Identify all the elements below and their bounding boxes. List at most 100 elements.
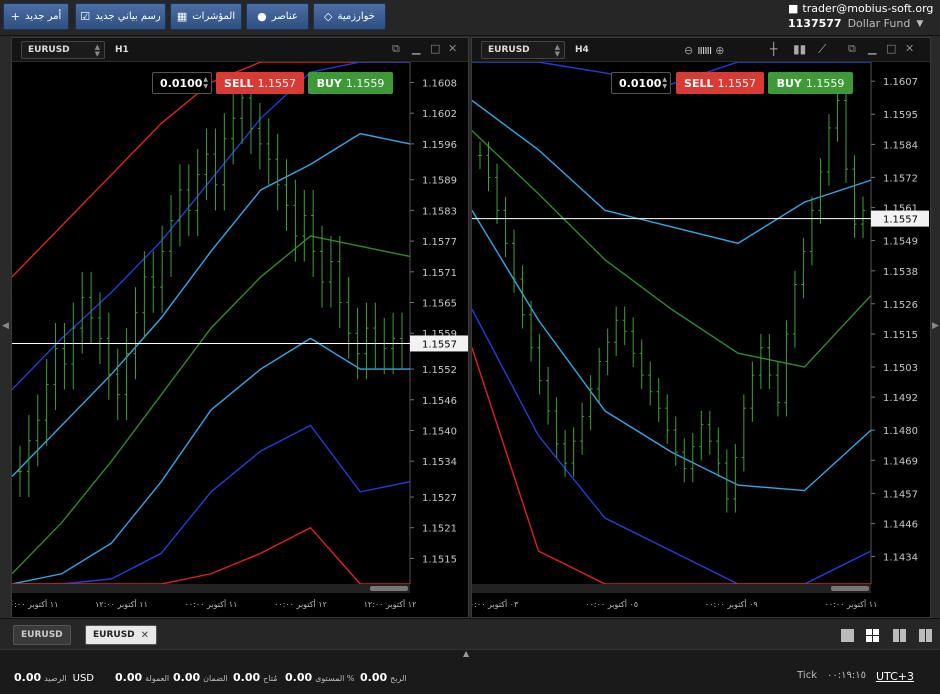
price-tick-label: 1.1434 <box>883 553 918 564</box>
price-tick-label: 1.1480 <box>883 426 918 437</box>
chart-icon: ☑ <box>80 10 91 23</box>
buy-button[interactable]: BUY 1.1559 <box>768 72 853 94</box>
price-tick-label: 1.1492 <box>883 393 918 404</box>
time-tick-label: ١١ أكتوبر ٠٠:٠٠ <box>825 599 878 609</box>
price-tick-label: 1.1457 <box>883 489 918 500</box>
symbol-select[interactable]: EURUSD ▲ ▼ <box>21 41 105 59</box>
objects-button[interactable]: ● عناصر <box>246 3 309 30</box>
chart-tab[interactable]: EURUSD <box>13 625 71 645</box>
close-icon[interactable]: ✕ <box>905 43 914 55</box>
price-tick-label: 1.1515 <box>883 330 918 341</box>
lot-size-input[interactable]: 0.0100 ▲ ▼ <box>611 72 671 94</box>
layout-grid-icon[interactable] <box>866 629 879 642</box>
spinner-icon[interactable]: ▲ ▼ <box>203 76 208 90</box>
layout-single-icon[interactable] <box>841 629 854 642</box>
price-tick-label: 1.1608 <box>422 78 457 89</box>
zoom-level-indicator[interactable]: ıııııı <box>697 43 712 57</box>
layout-horizontal-icon[interactable] <box>919 629 932 642</box>
maximize-icon[interactable]: □ <box>886 43 896 55</box>
price-tick-label: 1.1521 <box>422 524 457 535</box>
price-chart[interactable]: 1.1608 1.1602 1.1596 1.1589 1.1583 1.1577 1.15… <box>12 62 468 618</box>
detach-icon[interactable]: ⧉ <box>392 43 400 55</box>
candlestick-icon[interactable]: ▮▮ <box>793 42 806 56</box>
chart-panel-h4: EURUSD ▲ ▼ H4 ⊖ ıııııı ⊕ ┼ ▮▮ ⟋ ⧉ ▁ □ ✕ 1… <box>471 37 931 618</box>
time-tick-label: ١٢ أكتوبر ١٢:٠٠ <box>364 599 417 609</box>
chart-panel-h1: EURUSD ▲ ▼ H1 ⧉ ▁ □ ✕ 1.1608 1.1602 1.1596 1… <box>11 37 469 618</box>
chart-tab-active[interactable]: EURUSD ✕ <box>85 625 158 645</box>
lot-size-input[interactable]: 0.0100 ▲ ▼ <box>152 72 212 94</box>
price-tick-label: 1.1526 <box>883 300 918 311</box>
price-tick-label: 1.1596 <box>422 140 457 151</box>
scrollbar-thumb <box>831 586 869 591</box>
buy-button[interactable]: BUY 1.1559 <box>308 72 393 94</box>
spinner-icon[interactable]: ▲ ▼ <box>662 76 667 90</box>
status-margin: 0.00 الضمان <box>173 671 228 684</box>
minimize-icon[interactable]: ▁ <box>868 43 876 55</box>
price-chart[interactable]: 1.16071.15951.15841.15721.15611.15491.15… <box>472 62 930 618</box>
timeframe-label[interactable]: H1 <box>115 45 129 55</box>
price-tick-label: 1.1602 <box>422 109 457 120</box>
spinner-icon: ▲ ▼ <box>554 43 560 58</box>
price-tick-label: 1.1572 <box>883 173 918 184</box>
close-icon[interactable]: ✕ <box>448 43 457 55</box>
timeframe-label[interactable]: H4 <box>575 45 589 55</box>
indicators-icon: ▦ <box>176 10 188 23</box>
price-tick-label: 1.1538 <box>883 267 918 278</box>
expand-panel-icon[interactable]: ▲ <box>463 649 469 658</box>
price-tick-label: 1.1549 <box>883 237 918 248</box>
chevron-down-icon[interactable]: ▼ <box>916 19 923 29</box>
algorithm-icon: ◇ <box>324 10 333 23</box>
new-chart-button[interactable]: ☑ رسم بياني جديد <box>75 3 166 30</box>
account-info[interactable]: ■ trader@mobius-soft.org 1137577 Dollar F… <box>788 2 934 30</box>
price-tick-label: 1.1552 <box>422 365 457 376</box>
sell-button[interactable]: SELL 1.1557 <box>216 72 304 94</box>
clock-readout: ٠٠:١٩:١٥ <box>827 670 866 681</box>
server-time: Tick ٠٠:١٩:١٥ UTC+3 <box>797 670 914 683</box>
chart-header: EURUSD ▲ ▼ H4 ⊖ ıııııı ⊕ ┼ ▮▮ ⟋ ⧉ ▁ □ ✕ <box>472 38 930 62</box>
layout-vertical-icon[interactable] <box>893 629 906 642</box>
price-tick-label: 1.1469 <box>883 456 918 467</box>
collapse-left-icon[interactable]: ◀ <box>2 321 10 333</box>
time-tick-label: ١١ أكتوبر ٠٠:٠٠ <box>12 599 58 609</box>
price-tick-label: 1.1540 <box>422 426 457 437</box>
price-tick-label: 1.1577 <box>422 237 457 248</box>
chart-tab-bar: EURUSD EURUSD ✕ <box>0 618 940 650</box>
maximize-icon[interactable]: □ <box>430 43 440 55</box>
plot-area <box>472 62 871 584</box>
symbol-select[interactable]: EURUSD ▲ ▼ <box>481 41 565 59</box>
price-tick-label: 1.1515 <box>422 554 457 565</box>
time-tick-label: ١١ أكتوبر ١٢:٠٠ <box>95 599 148 609</box>
top-toolbar: + أمر جديد ☑ رسم بياني جديد ▦ المؤشرات ●… <box>0 0 940 36</box>
price-tick-label: 1.1565 <box>422 299 457 310</box>
time-tick-label: ٠٥ أكتوبر ٠٠:٠٠ <box>585 599 638 609</box>
account-balance: 1137577 <box>788 17 842 30</box>
zoom-out-icon[interactable]: ⊖ <box>684 44 693 57</box>
new-order-button[interactable]: + أمر جديد <box>3 3 69 30</box>
timezone-selector[interactable]: UTC+3 <box>876 670 914 683</box>
current-price-label: 1.1557 <box>422 339 457 350</box>
time-tick-label: ١٢ أكتوبر ٠٠:٠٠ <box>274 599 327 609</box>
status-bar: ▲ 0.00 الرصيد USD 0.00 العمولة 0.00 الضم… <box>0 649 940 694</box>
line-chart-icon[interactable]: ⟋ <box>818 42 826 57</box>
objects-icon: ● <box>257 10 267 23</box>
scrollbar-thumb <box>370 586 408 591</box>
price-tick-label: 1.1546 <box>422 396 457 407</box>
price-tick-label: 1.1503 <box>883 363 918 374</box>
bar-chart-icon[interactable]: ┼ <box>770 42 777 56</box>
time-tick-label: ٠٣ أكتوبر ٠٠:٠٠ <box>472 599 519 609</box>
horizontal-scrollbar <box>12 584 410 593</box>
spinner-icon: ▲ ▼ <box>94 43 100 58</box>
minimize-icon[interactable]: ▁ <box>412 43 420 55</box>
close-tab-icon[interactable]: ✕ <box>141 630 149 641</box>
price-tick-label: 1.1583 <box>422 206 457 217</box>
sell-button[interactable]: SELL 1.1557 <box>676 72 764 94</box>
time-tick-label: ٠٩ أكتوبر ٠٠:٠٠ <box>705 599 758 609</box>
status-free-margin: 0.00 مُتاح <box>233 671 278 684</box>
detach-icon[interactable]: ⧉ <box>848 43 856 55</box>
indicators-button[interactable]: ▦ المؤشرات <box>170 3 242 30</box>
collapse-right-icon[interactable]: ▶ <box>932 321 940 333</box>
price-tick-label: 1.1571 <box>422 268 457 279</box>
current-price-label: 1.1557 <box>883 215 918 226</box>
algorithm-button[interactable]: ◇ خوارزمية <box>313 3 386 30</box>
zoom-in-icon[interactable]: ⊕ <box>715 44 724 57</box>
